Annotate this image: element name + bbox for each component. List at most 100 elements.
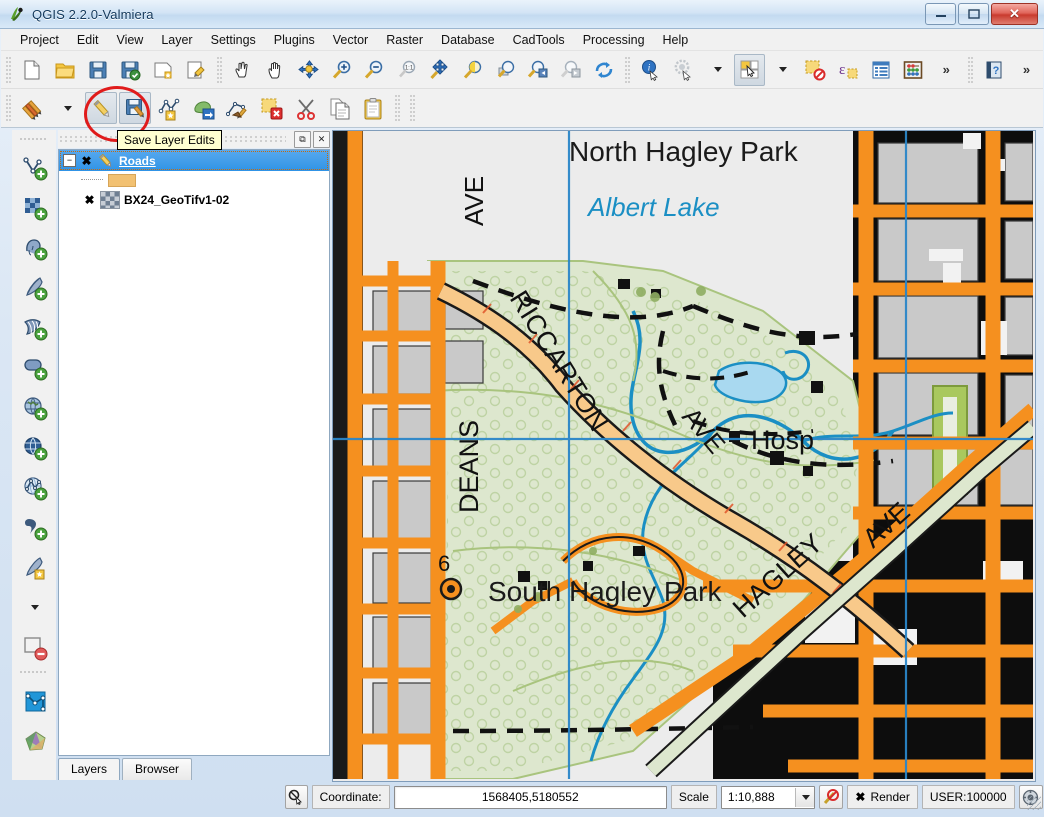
maximize-button[interactable] [958, 3, 989, 25]
zoom-last-button[interactable] [523, 54, 554, 86]
toolbar-grip[interactable] [409, 95, 416, 121]
close-button[interactable]: ✕ [991, 3, 1038, 25]
tab-browser[interactable]: Browser [122, 758, 192, 780]
paste-features-button[interactable] [357, 92, 389, 124]
zoom-full-button[interactable] [425, 54, 456, 86]
menu-cadtools[interactable]: CadTools [504, 31, 574, 49]
measure-line-button[interactable] [669, 54, 700, 86]
zoom-out-button[interactable] [359, 54, 390, 86]
tab-layers[interactable]: Layers [58, 758, 120, 780]
map-canvas[interactable]: North Hagley Park Albert Lake RICCARTON … [332, 130, 1036, 782]
identify-features-button[interactable]: i [636, 54, 667, 86]
layer-item-roads[interactable]: − ✖ Roads [59, 150, 329, 171]
coordinate-capture-button[interactable] [285, 785, 308, 809]
add-vector-layer-button[interactable] [16, 147, 52, 187]
statistics-button[interactable] [898, 54, 929, 86]
delete-selected-button[interactable] [255, 92, 287, 124]
menu-help[interactable]: Help [654, 31, 698, 49]
open-style-manager-button[interactable] [16, 720, 52, 760]
minimize-button[interactable] [925, 3, 956, 25]
select-by-expression-button[interactable]: ε [833, 54, 864, 86]
help-button[interactable]: ? [978, 54, 1009, 86]
layer-visibility-checkbox[interactable]: ✖ [80, 154, 93, 167]
save-project-as-button[interactable] [115, 54, 146, 86]
zoom-next-button[interactable] [556, 54, 587, 86]
menu-edit[interactable]: Edit [68, 31, 108, 49]
deselect-features-button[interactable] [800, 54, 831, 86]
menu-raster[interactable]: Raster [377, 31, 432, 49]
toolbar-grip[interactable] [967, 57, 974, 83]
add-oracle-layer-button[interactable] [16, 347, 52, 387]
add-spatialite-layer-button[interactable] [16, 267, 52, 307]
measure-dropdown-arrow[interactable] [701, 54, 732, 86]
new-shapefile-dropdown-arrow[interactable] [16, 587, 52, 627]
layers-tree[interactable]: − ✖ Roads [58, 149, 330, 756]
menu-view[interactable]: View [107, 31, 152, 49]
zoom-layer-button[interactable] [490, 54, 521, 86]
toolbar-grip[interactable] [394, 95, 401, 121]
menu-plugins[interactable]: Plugins [265, 31, 324, 49]
attribute-table-button[interactable] [865, 54, 896, 86]
new-project-button[interactable] [17, 54, 48, 86]
layer-visibility-checkbox[interactable]: ✖ [83, 193, 96, 206]
zoom-in-button[interactable] [326, 54, 357, 86]
menu-project[interactable]: Project [11, 31, 68, 49]
new-shapefile-layer-button[interactable] [16, 547, 52, 587]
menu-database[interactable]: Database [432, 31, 504, 49]
current-edits-dropdown-arrow[interactable] [51, 92, 83, 124]
menu-vector[interactable]: Vector [324, 31, 377, 49]
refresh-button[interactable] [588, 54, 619, 86]
panel-close-button[interactable]: ✕ [313, 131, 330, 148]
remove-layer-button[interactable] [16, 627, 52, 667]
menu-processing[interactable]: Processing [574, 31, 654, 49]
save-layer-edits-button[interactable] [119, 92, 151, 124]
add-wcs-layer-button[interactable] [16, 427, 52, 467]
scale-combobox[interactable]: 1:10,888 [721, 786, 815, 809]
composer-manager-button[interactable] [181, 54, 212, 86]
add-postgis-layer-button[interactable] [16, 227, 52, 267]
menu-settings[interactable]: Settings [202, 31, 265, 49]
toolbar-grip[interactable] [5, 95, 12, 121]
move-feature-button[interactable] [221, 92, 253, 124]
zoom-selection-button[interactable] [457, 54, 488, 86]
window-resize-grip[interactable] [1027, 796, 1041, 810]
current-edits-button[interactable] [17, 92, 49, 124]
toolbar-grip[interactable] [20, 670, 48, 677]
coordinate-input[interactable]: 1568405,5180552 [394, 786, 667, 809]
save-project-button[interactable] [82, 54, 113, 86]
pan-to-selection-button[interactable] [294, 54, 325, 86]
toolbar1-overflow-button-2[interactable]: » [1011, 54, 1042, 86]
expander-icon[interactable]: − [63, 154, 76, 167]
select-dropdown-arrow[interactable] [767, 54, 798, 86]
add-raster-layer-button[interactable] [16, 187, 52, 227]
cut-features-button[interactable] [289, 92, 321, 124]
node-tool-button[interactable] [187, 92, 219, 124]
toolbar-grip[interactable] [216, 57, 223, 83]
chevron-down-icon[interactable] [795, 788, 814, 807]
toolbar-grip[interactable] [20, 137, 48, 144]
layer-item-bx24-geotif[interactable]: ✖ BX24_GeoTifv1-02 [59, 189, 329, 210]
add-wfs-layer-button[interactable] [16, 467, 52, 507]
new-memory-layer-button[interactable] [16, 680, 52, 720]
add-delimited-text-button[interactable] [16, 507, 52, 547]
crs-status-label[interactable]: USER:100000 [922, 785, 1015, 809]
copy-features-button[interactable] [323, 92, 355, 124]
add-wms-layer-button[interactable] [16, 387, 52, 427]
rotation-toggle-button[interactable] [819, 785, 843, 809]
add-mssql-layer-button[interactable] [16, 307, 52, 347]
render-checkbox[interactable]: ✖ Render [847, 785, 917, 809]
add-line-feature-button[interactable] [153, 92, 185, 124]
toggle-editing-button[interactable] [85, 92, 117, 124]
toolbar1-overflow-button[interactable]: » [931, 54, 962, 86]
toolbar-grip[interactable] [5, 57, 12, 83]
touch-zoom-button[interactable] [228, 54, 259, 86]
pan-map-button[interactable] [261, 54, 292, 86]
toolbar-grip[interactable] [624, 57, 631, 83]
panel-float-button[interactable]: ⧉ [294, 131, 311, 148]
select-features-button[interactable] [734, 54, 765, 86]
open-project-button[interactable] [49, 54, 80, 86]
menu-layer[interactable]: Layer [152, 31, 201, 49]
attribute-table-icon [870, 59, 892, 81]
new-print-composer-button[interactable] [148, 54, 179, 86]
zoom-native-button[interactable]: 1:1 [392, 54, 423, 86]
